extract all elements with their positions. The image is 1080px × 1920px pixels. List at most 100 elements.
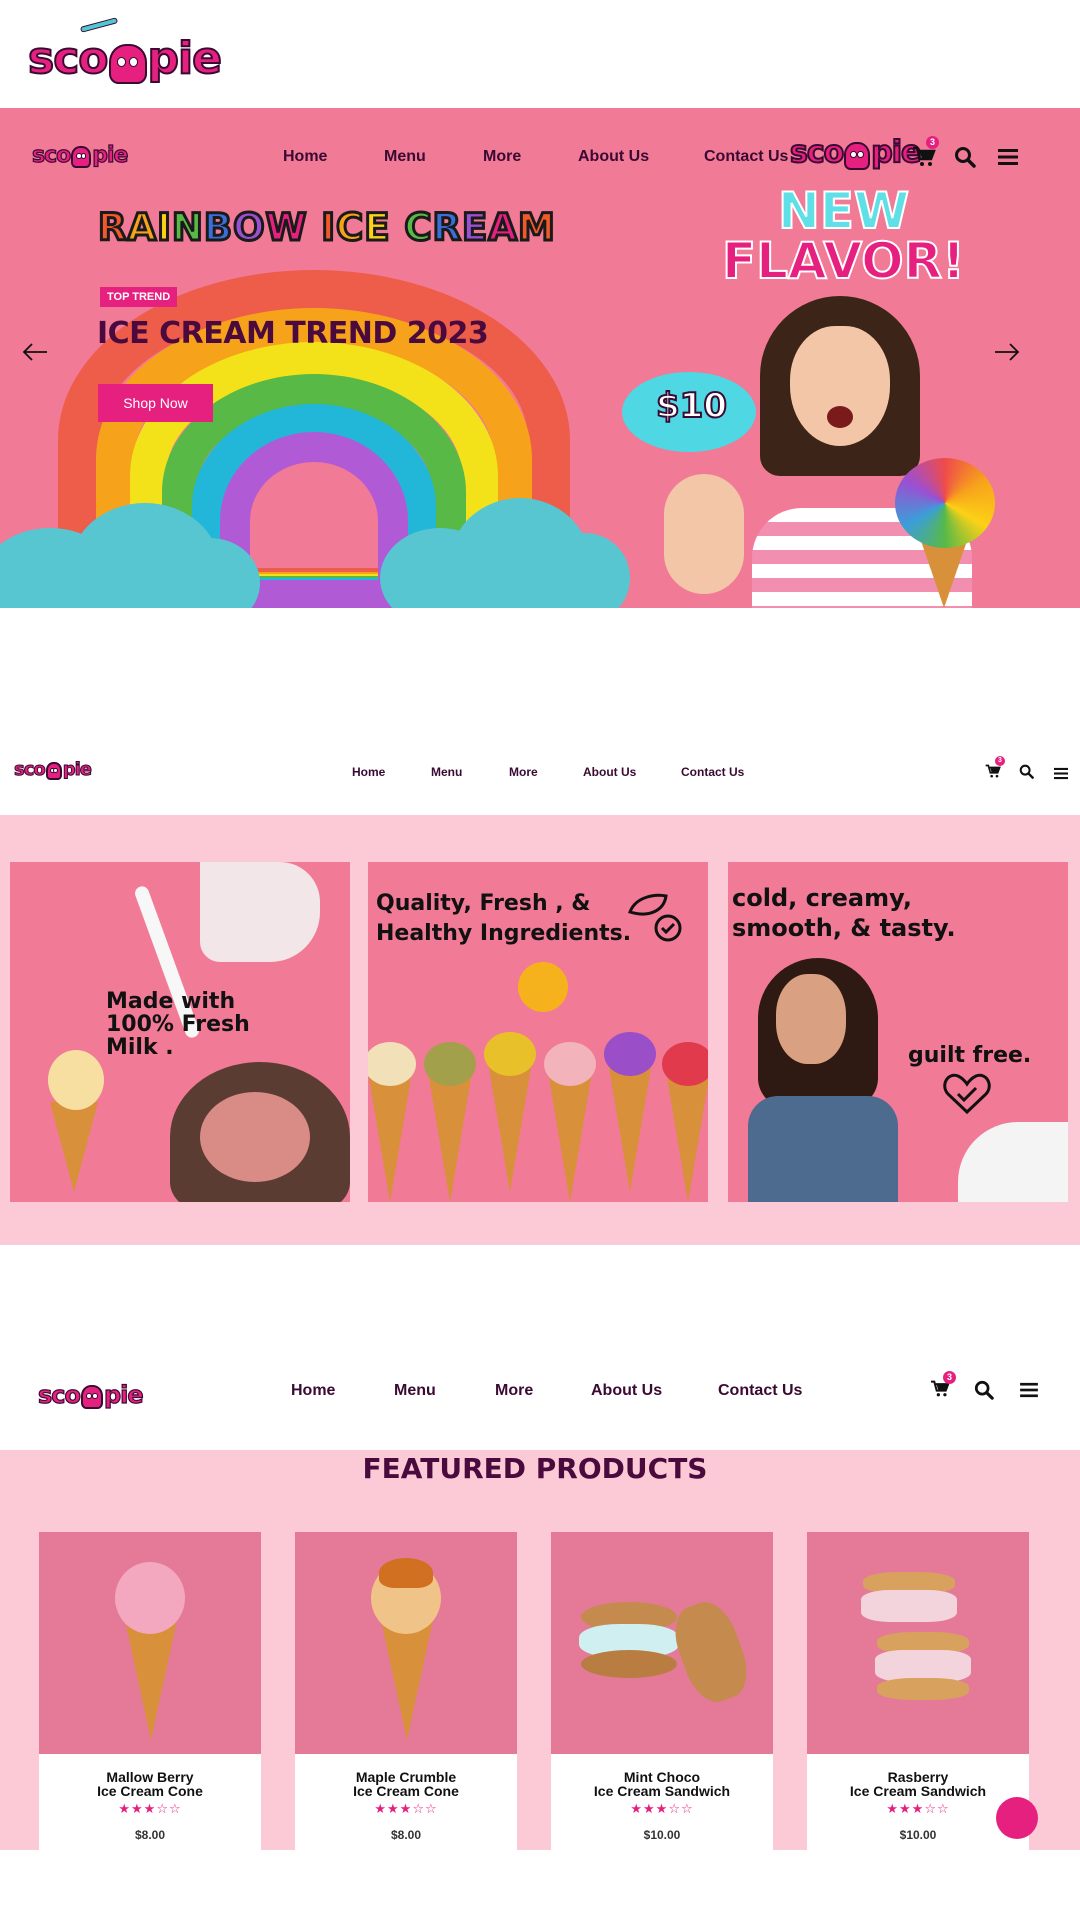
- menu-hamburger-icon[interactable]: [1054, 765, 1068, 780]
- headline-letter: A: [126, 205, 158, 251]
- nav-contact-us[interactable]: Contact Us: [681, 765, 744, 779]
- header-3-logo[interactable]: sco pie: [37, 1377, 144, 1409]
- arrow-right-icon[interactable]: [994, 342, 1020, 362]
- menu-hamburger-icon[interactable]: [1020, 1382, 1038, 1398]
- headline-letter: I: [320, 205, 337, 251]
- nav-more[interactable]: More: [495, 1382, 533, 1400]
- headline-letter: N: [170, 205, 204, 251]
- mallow-berry-scoop: [115, 1562, 185, 1634]
- waffle-cone: [381, 1620, 433, 1740]
- header-2-logo[interactable]: sco pie: [14, 752, 93, 781]
- nav-contact-us[interactable]: Contact Us: [718, 1382, 802, 1400]
- cookie-bottom: [581, 1650, 677, 1678]
- cart-icon[interactable]: 3: [930, 1371, 956, 1398]
- product-image[interactable]: [807, 1532, 1029, 1754]
- logo-text-left: sco: [27, 32, 109, 85]
- rainbow-scoop: [895, 458, 995, 548]
- logo-text-right: pie: [62, 759, 92, 781]
- logo-mascot-icon: [108, 44, 147, 84]
- search-icon[interactable]: [1019, 764, 1034, 779]
- logo-mascot-icon: [844, 142, 871, 170]
- scroll-to-top-button[interactable]: [996, 1797, 1038, 1839]
- cart-count-badge: 3: [943, 1371, 956, 1384]
- product-price: $10.00: [643, 1828, 681, 1842]
- headline-letter: R: [97, 205, 128, 251]
- product-name-line-2[interactable]: Ice Cream Sandwich: [551, 1784, 773, 1798]
- product-name-line-1[interactable]: Maple Crumble: [295, 1770, 517, 1784]
- product-price: $10.00: [899, 1828, 937, 1842]
- scoop-blueberry: [604, 1032, 656, 1076]
- nav-about-us[interactable]: About Us: [578, 148, 649, 166]
- milk-splash: [958, 1122, 1068, 1202]
- nav-home[interactable]: Home: [291, 1382, 335, 1400]
- hero-tag-badge: TOP TREND: [100, 287, 178, 307]
- hero-title: ICE CREAM TREND 2023: [97, 316, 489, 351]
- banner-3-line-1: cold, creamy,: [732, 884, 913, 912]
- rating-stars: ★★★☆☆: [374, 1802, 438, 1817]
- cone-5: [608, 1062, 652, 1192]
- nav-about-us[interactable]: About Us: [583, 765, 636, 779]
- hero-rainbow-headline: RAINBOW ICE CREAM: [97, 205, 557, 251]
- arrow-left-icon[interactable]: [22, 342, 48, 362]
- caramel-drizzle: [379, 1558, 433, 1588]
- product-price: $8.00: [390, 1828, 422, 1842]
- biscuit-bottom: [877, 1678, 969, 1700]
- banner-quality-ingredients[interactable]: Quality, Fresh , & Healthy Ingredients.: [368, 862, 708, 1202]
- nav-menu[interactable]: Menu: [431, 765, 462, 779]
- vanilla-cone: [50, 1102, 98, 1192]
- headline-letter: A: [487, 205, 519, 251]
- product-name-line-1[interactable]: Mallow Berry: [39, 1770, 261, 1784]
- nav-contact-us[interactable]: Contact Us: [704, 148, 788, 166]
- cow-nose: [200, 1092, 310, 1182]
- cart-icon[interactable]: 3: [985, 756, 1005, 779]
- product-image[interactable]: [295, 1532, 517, 1754]
- hero-header-logo[interactable]: sco pie: [31, 136, 129, 168]
- product-name-line-2[interactable]: Ice Cream Sandwich: [807, 1784, 1029, 1798]
- product-image[interactable]: [551, 1532, 773, 1754]
- search-icon[interactable]: [974, 1380, 994, 1400]
- nav-menu[interactable]: Menu: [394, 1382, 436, 1400]
- product-card[interactable]: Mallow Berry Ice Cream Cone ★★★☆☆ $8.00: [39, 1532, 261, 1852]
- nav-menu[interactable]: Menu: [384, 148, 426, 166]
- product-name-line-1[interactable]: Rasberry: [807, 1770, 1029, 1784]
- headline-letter: C: [403, 205, 433, 251]
- cone-6: [666, 1072, 708, 1202]
- cart-count-badge: 3: [995, 756, 1005, 766]
- product-name-line-2[interactable]: Ice Cream Cone: [295, 1784, 517, 1798]
- logo-text-left: sco: [14, 759, 47, 781]
- headline-letter: E: [461, 205, 489, 251]
- headline-letter: C: [335, 205, 365, 251]
- product-name-line-2[interactable]: Ice Cream Cone: [39, 1784, 261, 1798]
- scoop-raspberry: [662, 1042, 708, 1086]
- product-name-line-1[interactable]: Mint Choco: [551, 1770, 773, 1784]
- menu-hamburger-icon[interactable]: [998, 148, 1018, 166]
- leaf-check-icon: [626, 888, 682, 944]
- nav-home[interactable]: Home: [352, 765, 385, 779]
- product-card[interactable]: Mint Choco Ice Cream Sandwich ★★★☆☆ $10.…: [551, 1532, 773, 1852]
- headline-letter: [390, 206, 404, 249]
- banner-guilt-free[interactable]: cold, creamy, smooth, & tasty. guilt fre…: [728, 862, 1068, 1202]
- nav-more[interactable]: More: [483, 148, 521, 166]
- banner-fresh-milk[interactable]: Made with 100% Fresh Milk .: [10, 862, 350, 1202]
- featured-products-title: FEATURED PRODUCTS: [362, 1452, 708, 1485]
- nav-more[interactable]: More: [509, 765, 538, 779]
- product-image[interactable]: [39, 1532, 261, 1754]
- product-card[interactable]: Rasberry Ice Cream Sandwich ★★★☆☆ $10.00: [807, 1532, 1029, 1852]
- shop-now-button[interactable]: Shop Now: [98, 384, 213, 422]
- logo-spoon-icon: [79, 17, 119, 33]
- woman-face: [776, 974, 846, 1064]
- nav-home[interactable]: Home: [283, 148, 327, 166]
- top-logo[interactable]: sco pie: [27, 17, 223, 85]
- vanilla-scoop: [48, 1050, 104, 1110]
- rating-stars: ★★★☆☆: [118, 1802, 182, 1817]
- logo-text-right: pie: [92, 142, 129, 168]
- sticky-logo[interactable]: sco pie: [789, 130, 922, 171]
- flavor-label: FLAVOR!: [721, 231, 966, 291]
- hero-slider: sco pie Home Menu More About Us Contact …: [0, 108, 1080, 608]
- headline-letter: O: [232, 205, 266, 251]
- nav-about-us[interactable]: About Us: [591, 1382, 662, 1400]
- cart-icon[interactable]: 3: [912, 136, 939, 168]
- search-icon[interactable]: [954, 146, 976, 168]
- cone-1: [368, 1072, 412, 1202]
- product-card[interactable]: Maple Crumble Ice Cream Cone ★★★☆☆ $8.00: [295, 1532, 517, 1852]
